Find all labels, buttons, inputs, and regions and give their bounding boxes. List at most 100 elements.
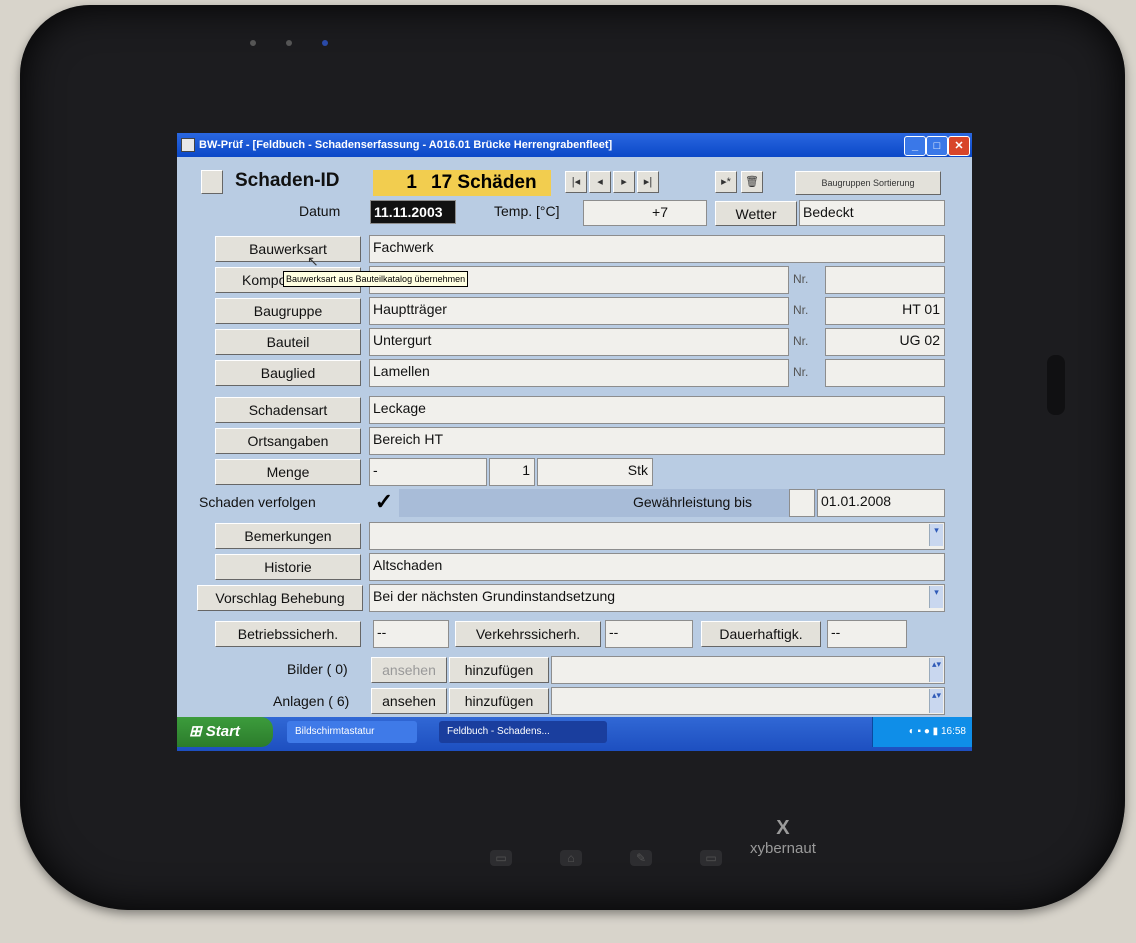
bilder-label: Bilder ( 0) xyxy=(287,661,348,677)
brand-label: X xybernaut xyxy=(750,817,816,857)
datum-field[interactable]: 11.11.2003 xyxy=(370,200,456,224)
bemerkungen-button[interactable]: Bemerkungen xyxy=(215,523,361,549)
menge-field-1[interactable]: - xyxy=(369,458,487,486)
ortsangaben-field[interactable]: Bereich HT xyxy=(369,427,945,455)
screen: BW-Prüf - [Feldbuch - Schadenserfassung … xyxy=(177,133,972,751)
scroll-arrows-icon[interactable]: ▴▾ xyxy=(929,689,943,713)
bauglied-button[interactable]: Bauglied xyxy=(215,360,361,386)
menge-field-2[interactable]: 1 xyxy=(489,458,535,486)
taskbar: ⊞ Start Bildschirmtastatur Feldbuch - Sc… xyxy=(177,717,972,751)
anlagen-list[interactable] xyxy=(551,687,945,715)
hardware-button[interactable]: ▭ xyxy=(700,850,722,866)
hardware-buttons: ▭ ⌂ ✎ ▭ xyxy=(490,850,722,866)
komponente-nr-label: Nr. xyxy=(793,272,809,286)
window-title: BW-Prüf - [Feldbuch - Schadenserfassung … xyxy=(199,139,613,151)
gewaehrleistung-check[interactable] xyxy=(789,489,815,517)
vorschlag-button[interactable]: Vorschlag Behebung xyxy=(197,585,363,611)
baugruppe-field[interactable]: Hauptträger xyxy=(369,297,789,325)
schadensart-button[interactable]: Schadensart xyxy=(215,397,361,423)
delete-icon[interactable]: 🗑 xyxy=(741,171,763,193)
verkehrssicherheit-button[interactable]: Verkehrssicherh. xyxy=(455,621,601,647)
verfolgen-checkbox[interactable]: ✓ xyxy=(371,489,397,515)
wetter-button[interactable]: Wetter xyxy=(715,201,797,226)
dropdown-arrow-icon[interactable]: ▾ xyxy=(929,586,943,608)
schaden-count: 17 Schäden xyxy=(425,170,551,196)
record-selector[interactable] xyxy=(201,170,223,194)
led-indicator xyxy=(322,40,328,46)
gewaehrleistung-label: Gewährleistung bis xyxy=(633,494,753,510)
baugruppe-nr-field[interactable]: HT 01 xyxy=(825,297,945,325)
taskbar-item-bildschirmtastatur[interactable]: Bildschirmtastatur xyxy=(287,721,417,743)
baugruppe-nr-label: Nr. xyxy=(793,303,809,317)
bemerkungen-field[interactable] xyxy=(369,522,945,550)
hardware-button[interactable]: ▭ xyxy=(490,850,512,866)
temp-label: Temp. [°C] xyxy=(494,203,560,219)
betriebssicherheit-field[interactable]: -- xyxy=(373,620,449,648)
start-label: Start xyxy=(205,723,240,740)
baugruppe-button[interactable]: Baugruppe xyxy=(215,298,361,324)
side-button[interactable] xyxy=(1047,355,1065,415)
bilder-hinzufuegen-button[interactable]: hinzufügen xyxy=(449,657,549,683)
windows-logo-icon: ⊞ xyxy=(189,723,206,740)
app-icon xyxy=(181,138,195,152)
bauteil-button[interactable]: Bauteil xyxy=(215,329,361,355)
minimize-button[interactable]: _ xyxy=(904,136,926,156)
bauwerksart-button[interactable]: Bauwerksart xyxy=(215,236,361,262)
window-titlebar[interactable]: BW-Prüf - [Feldbuch - Schadenserfassung … xyxy=(177,133,972,157)
bauglied-nr-field[interactable] xyxy=(825,359,945,387)
nav-prev-button[interactable]: ◂ xyxy=(589,171,611,193)
anlagen-label: Anlagen ( 6) xyxy=(273,693,350,709)
tray-icons[interactable]: ◐ ▪ ● ▮ xyxy=(909,726,941,737)
gewaehrleistung-field[interactable]: 01.01.2008 xyxy=(817,489,945,517)
hardware-button[interactable]: ✎ xyxy=(630,850,652,866)
bauwerksart-field[interactable]: Fachwerk xyxy=(369,235,945,263)
system-tray: ◐ ▪ ● ▮ 16:58 xyxy=(872,717,972,747)
anlagen-ansehen-button[interactable]: ansehen xyxy=(371,688,447,714)
taskbar-item-feldbuch[interactable]: Feldbuch - Schadens... xyxy=(439,721,607,743)
led-indicator xyxy=(286,40,292,46)
schaden-id-value: 1 xyxy=(373,170,425,196)
datum-label: Datum xyxy=(299,203,341,219)
bauteil-field[interactable]: Untergurt xyxy=(369,328,789,356)
historie-button[interactable]: Historie xyxy=(215,554,361,580)
close-button[interactable]: ✕ xyxy=(948,136,970,156)
nav-next-button[interactable]: ▸ xyxy=(613,171,635,193)
vorschlag-field[interactable]: Bei der nächsten Grundinstandsetzung xyxy=(369,584,945,612)
maximize-button[interactable]: □ xyxy=(926,136,948,156)
verfolgen-label: Schaden verfolgen xyxy=(199,494,316,510)
dauerhaftigkeit-field[interactable]: -- xyxy=(827,620,907,648)
historie-field[interactable]: Altschaden xyxy=(369,553,945,581)
ortsangaben-button[interactable]: Ortsangaben xyxy=(215,428,361,454)
bilder-ansehen-button[interactable]: ansehen xyxy=(371,657,447,683)
scroll-arrows-icon[interactable]: ▴▾ xyxy=(929,658,943,682)
betriebssicherheit-button[interactable]: Betriebssicherh. xyxy=(215,621,361,647)
menge-button[interactable]: Menge xyxy=(215,459,361,485)
brand-name: xybernaut xyxy=(750,840,816,857)
nav-first-button[interactable]: |◂ xyxy=(565,171,587,193)
status-leds xyxy=(250,40,328,46)
schaden-form: Schaden-ID 1 17 Schäden |◂ ◂ ▸ ▸| ▸* 🗑 B… xyxy=(177,157,972,717)
dropdown-arrow-icon[interactable]: ▾ xyxy=(929,524,943,546)
clock: 16:58 xyxy=(940,726,966,737)
bauteil-nr-field[interactable]: UG 02 xyxy=(825,328,945,356)
schadensart-field[interactable]: Leckage xyxy=(369,396,945,424)
menge-unit[interactable]: Stk xyxy=(537,458,653,486)
hardware-button[interactable]: ⌂ xyxy=(560,850,582,866)
bilder-list[interactable] xyxy=(551,656,945,684)
schaden-id-label: Schaden-ID xyxy=(235,170,340,191)
led-indicator xyxy=(250,40,256,46)
dauerhaftigkeit-button[interactable]: Dauerhaftigk. xyxy=(701,621,821,647)
baugruppen-sortierung-button[interactable]: Baugruppen Sortierung xyxy=(795,171,941,195)
temp-field[interactable]: +7 xyxy=(583,200,707,226)
bauglied-field[interactable]: Lamellen xyxy=(369,359,789,387)
anlagen-hinzufuegen-button[interactable]: hinzufügen xyxy=(449,688,549,714)
wetter-field[interactable]: Bedeckt xyxy=(799,200,945,226)
nav-new-button[interactable]: ▸* xyxy=(715,171,737,193)
bauwerksart-tooltip: Bauwerksart aus Bauteilkatalog übernehme… xyxy=(283,271,469,287)
verkehrssicherheit-field[interactable]: -- xyxy=(605,620,693,648)
brand-logo-icon: X xyxy=(776,817,790,839)
bauglied-nr-label: Nr. xyxy=(793,365,809,379)
start-button[interactable]: ⊞ Start xyxy=(177,717,273,747)
nav-last-button[interactable]: ▸| xyxy=(637,171,659,193)
komponente-nr-field[interactable] xyxy=(825,266,945,294)
